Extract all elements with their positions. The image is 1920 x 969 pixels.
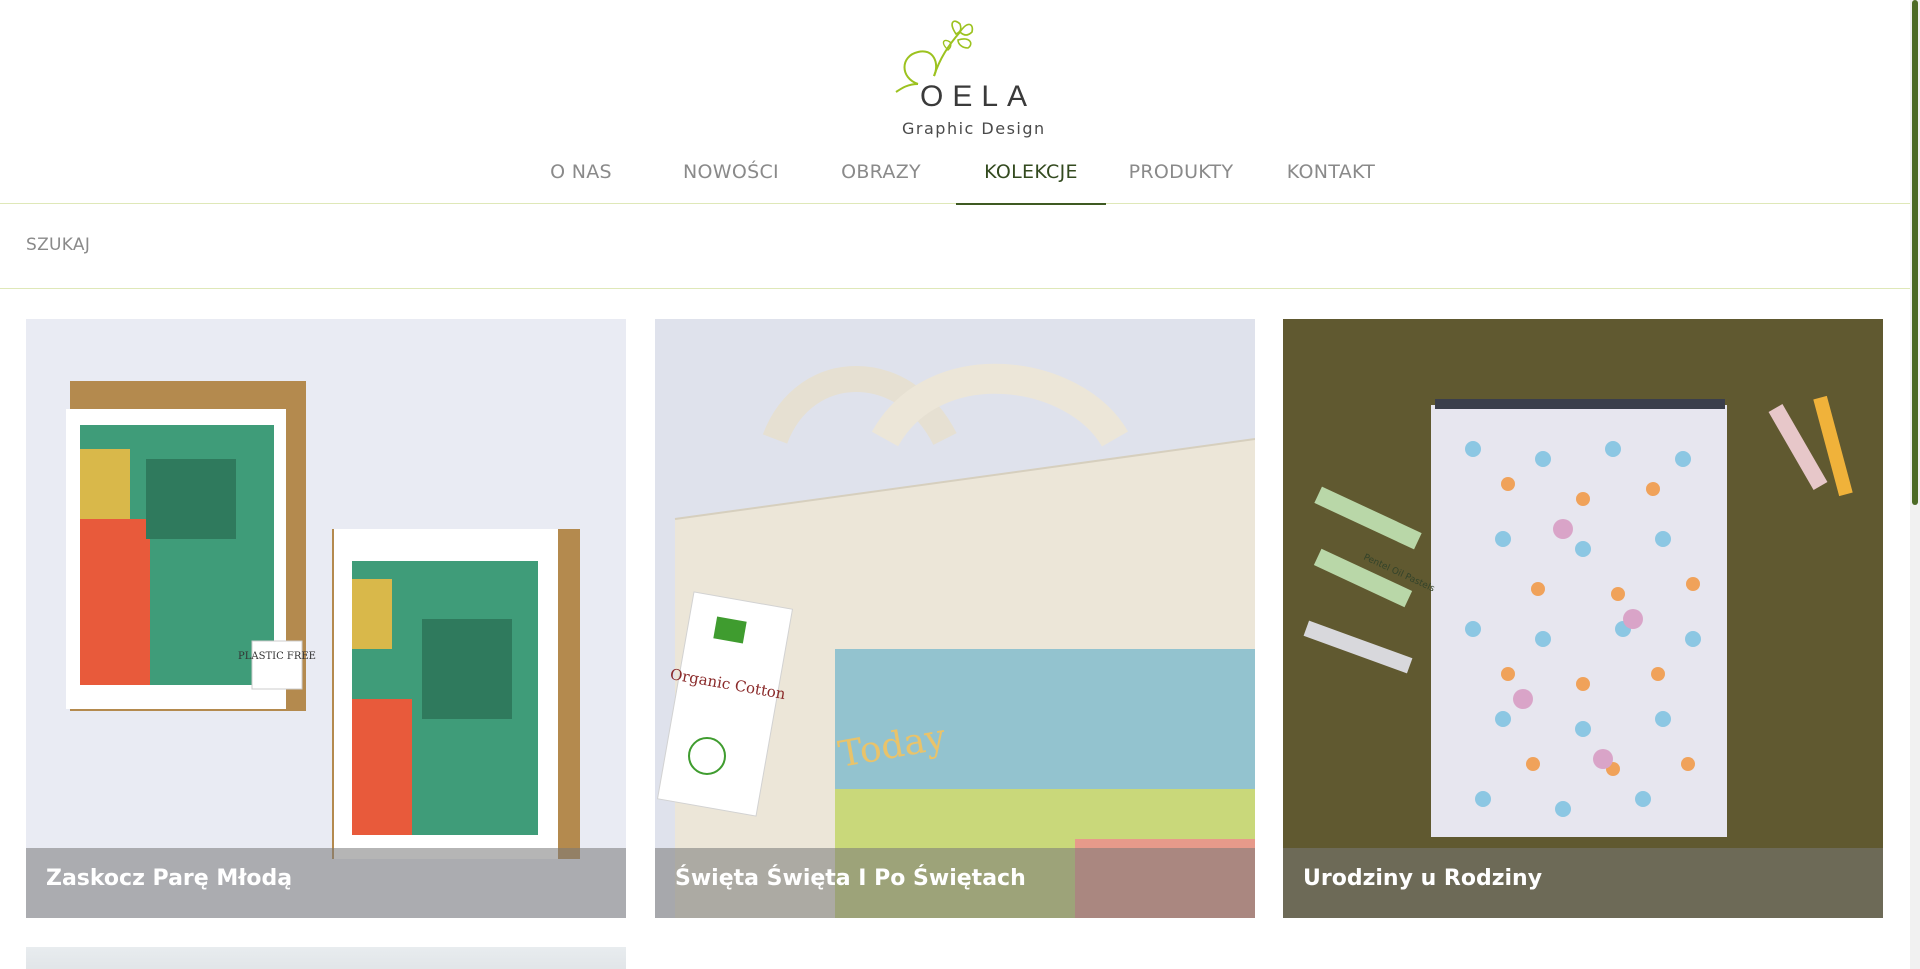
nav-item-nowosci[interactable]: NOWOŚCI <box>656 140 806 204</box>
nav-item-kolekcje[interactable]: KOLEKCJE <box>956 140 1106 205</box>
brand-logo[interactable]: OELA Graphic Design <box>878 18 1044 138</box>
page-scrollbar[interactable] <box>1910 0 1920 969</box>
collection-tile-urodziny[interactable]: Pentel Oil Pastels Urodziny u Rodziny <box>1283 319 1883 918</box>
search-link[interactable]: SZUKAJ <box>26 235 90 255</box>
collection-title: Święta Święta I Po Świętach <box>675 866 1026 891</box>
site-header: OELA Graphic Design <box>0 0 1920 140</box>
collection-tile-swieta[interactable]: Today Organic Cotton Święta Święta I Po … <box>655 319 1255 918</box>
collection-title: Urodziny u Rodziny <box>1303 866 1543 891</box>
nav-item-o-nas[interactable]: O NAS <box>506 140 656 204</box>
main-navigation: O NAS NOWOŚCI OBRAZY KOLEKCJE PRODUKTY K… <box>0 140 1920 205</box>
greeting-cards-photo: PLASTIC FREE <box>26 319 626 918</box>
search-bar: SZUKAJ <box>0 205 1920 289</box>
tile-caption: Zaskocz Parę Młodą <box>26 848 626 918</box>
logo-subtitle: Graphic Design <box>902 119 1046 138</box>
logo-word: OELA <box>920 80 1037 113</box>
sketchbook-photo: Pentel Oil Pastels <box>1283 319 1883 918</box>
nav-item-kontakt[interactable]: KONTAKT <box>1256 140 1406 204</box>
collection-tile-zaskocz[interactable]: PLASTIC FREE Zaskocz Parę Młodą <box>26 319 626 918</box>
tile-caption: Święta Święta I Po Świętach <box>655 848 1255 918</box>
collection-title: Zaskocz Parę Młodą <box>46 866 293 891</box>
nav-item-obrazy[interactable]: OBRAZY <box>806 140 956 204</box>
collection-tile-partial[interactable] <box>26 947 626 969</box>
scrollbar-thumb[interactable] <box>1912 0 1918 505</box>
plastic-free-label: PLASTIC FREE <box>238 651 316 662</box>
tile-caption: Urodziny u Rodziny <box>1283 848 1883 918</box>
tote-bag-photo: Today Organic Cotton <box>655 319 1255 918</box>
nav-item-produkty[interactable]: PRODUKTY <box>1106 140 1256 204</box>
